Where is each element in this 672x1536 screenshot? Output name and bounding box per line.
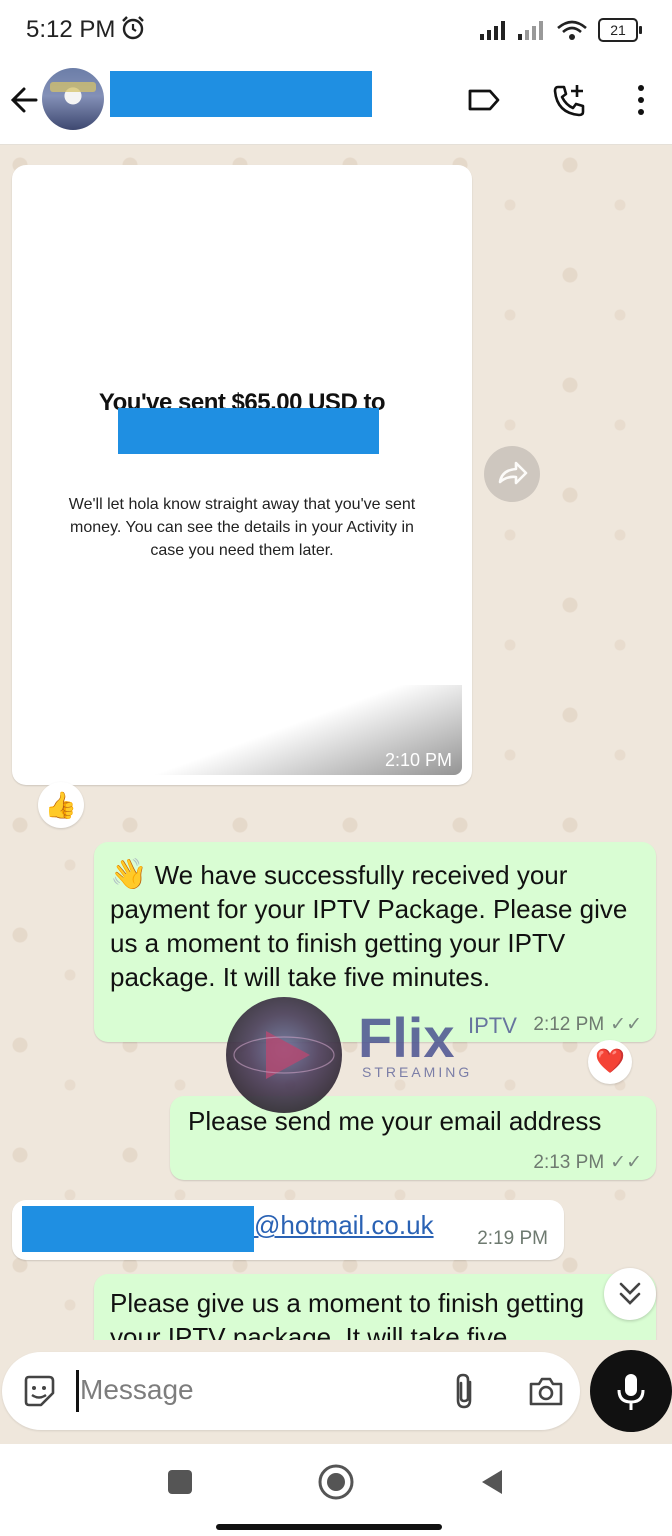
double-chevron-down-icon — [619, 1282, 641, 1305]
message-meta: 2:13 PM ✓✓ — [533, 1151, 642, 1174]
alarm-icon — [122, 16, 144, 40]
more-options-icon[interactable] — [634, 82, 648, 118]
payment-screenshot-message[interactable]: You've sent $65.00 USD to We'll let hola… — [12, 165, 472, 785]
payment-screenshot-image[interactable]: You've sent $65.00 USD to We'll let hola… — [22, 175, 462, 775]
waving-hand-emoji: 👋 — [110, 858, 148, 891]
battery-indicator: 21 — [598, 18, 642, 42]
outgoing-message-partial[interactable]: Please give us a moment to finish gettin… — [94, 1274, 656, 1350]
composer-bar: Message — [0, 1340, 672, 1444]
back-arrow-icon[interactable] — [6, 80, 42, 120]
gesture-handle[interactable] — [216, 1524, 442, 1530]
forward-icon — [498, 461, 528, 485]
message-time: 2:10 PM — [384, 750, 452, 770]
message-time: 2:19 PM — [477, 1228, 548, 1249]
status-time: 5:12 PM — [26, 16, 116, 43]
contact-name-redacted[interactable] — [110, 71, 372, 117]
status-bar: 5:12 PM 21 — [0, 0, 672, 58]
recipient-redacted — [118, 408, 379, 454]
back-button[interactable] — [476, 1466, 508, 1498]
outgoing-message[interactable]: 👋 We have successfully received your pay… — [94, 842, 656, 1042]
email-user-redacted — [22, 1206, 254, 1252]
message-time: 2:12 PM — [533, 1014, 605, 1035]
message-meta: 2:12 PM ✓✓ — [533, 1013, 642, 1036]
double-check-icon: ✓✓ — [610, 1014, 642, 1035]
payment-description: We'll let hola know straight away that y… — [68, 496, 416, 559]
email-link[interactable]: @hotmail.co.uk — [254, 1208, 434, 1242]
scroll-down-button[interactable] — [604, 1268, 656, 1320]
reaction-heart[interactable]: ❤️ — [588, 1040, 632, 1084]
message-input[interactable]: Message — [2, 1352, 580, 1430]
attach-icon[interactable] — [448, 1370, 480, 1412]
home-button[interactable] — [316, 1462, 356, 1502]
message-text: Please send me your email address — [188, 1106, 602, 1136]
camera-icon[interactable] — [526, 1372, 566, 1410]
outgoing-message[interactable]: Please send me your email address 2:13 P… — [170, 1096, 656, 1180]
message-text: We have successfully received your payme… — [110, 860, 628, 992]
message-time: 2:13 PM — [533, 1152, 605, 1173]
label-icon[interactable] — [466, 82, 502, 118]
reaction-thumbs-up[interactable]: 👍 — [38, 782, 84, 828]
contact-avatar[interactable] — [42, 68, 104, 130]
forward-button[interactable] — [484, 446, 540, 502]
system-navigation-bar — [0, 1444, 672, 1536]
recent-apps-button[interactable] — [164, 1466, 196, 1498]
message-placeholder: Message — [80, 1374, 194, 1405]
incoming-message[interactable]: @hotmail.co.uk 2:19 PM — [12, 1200, 564, 1260]
chat-header — [0, 58, 672, 145]
double-check-icon: ✓✓ — [610, 1152, 642, 1173]
signal-icon — [480, 20, 587, 40]
sticker-icon[interactable] — [20, 1372, 58, 1410]
voice-message-button[interactable] — [590, 1350, 672, 1432]
microphone-icon — [617, 1374, 645, 1410]
add-call-icon[interactable] — [550, 82, 588, 120]
